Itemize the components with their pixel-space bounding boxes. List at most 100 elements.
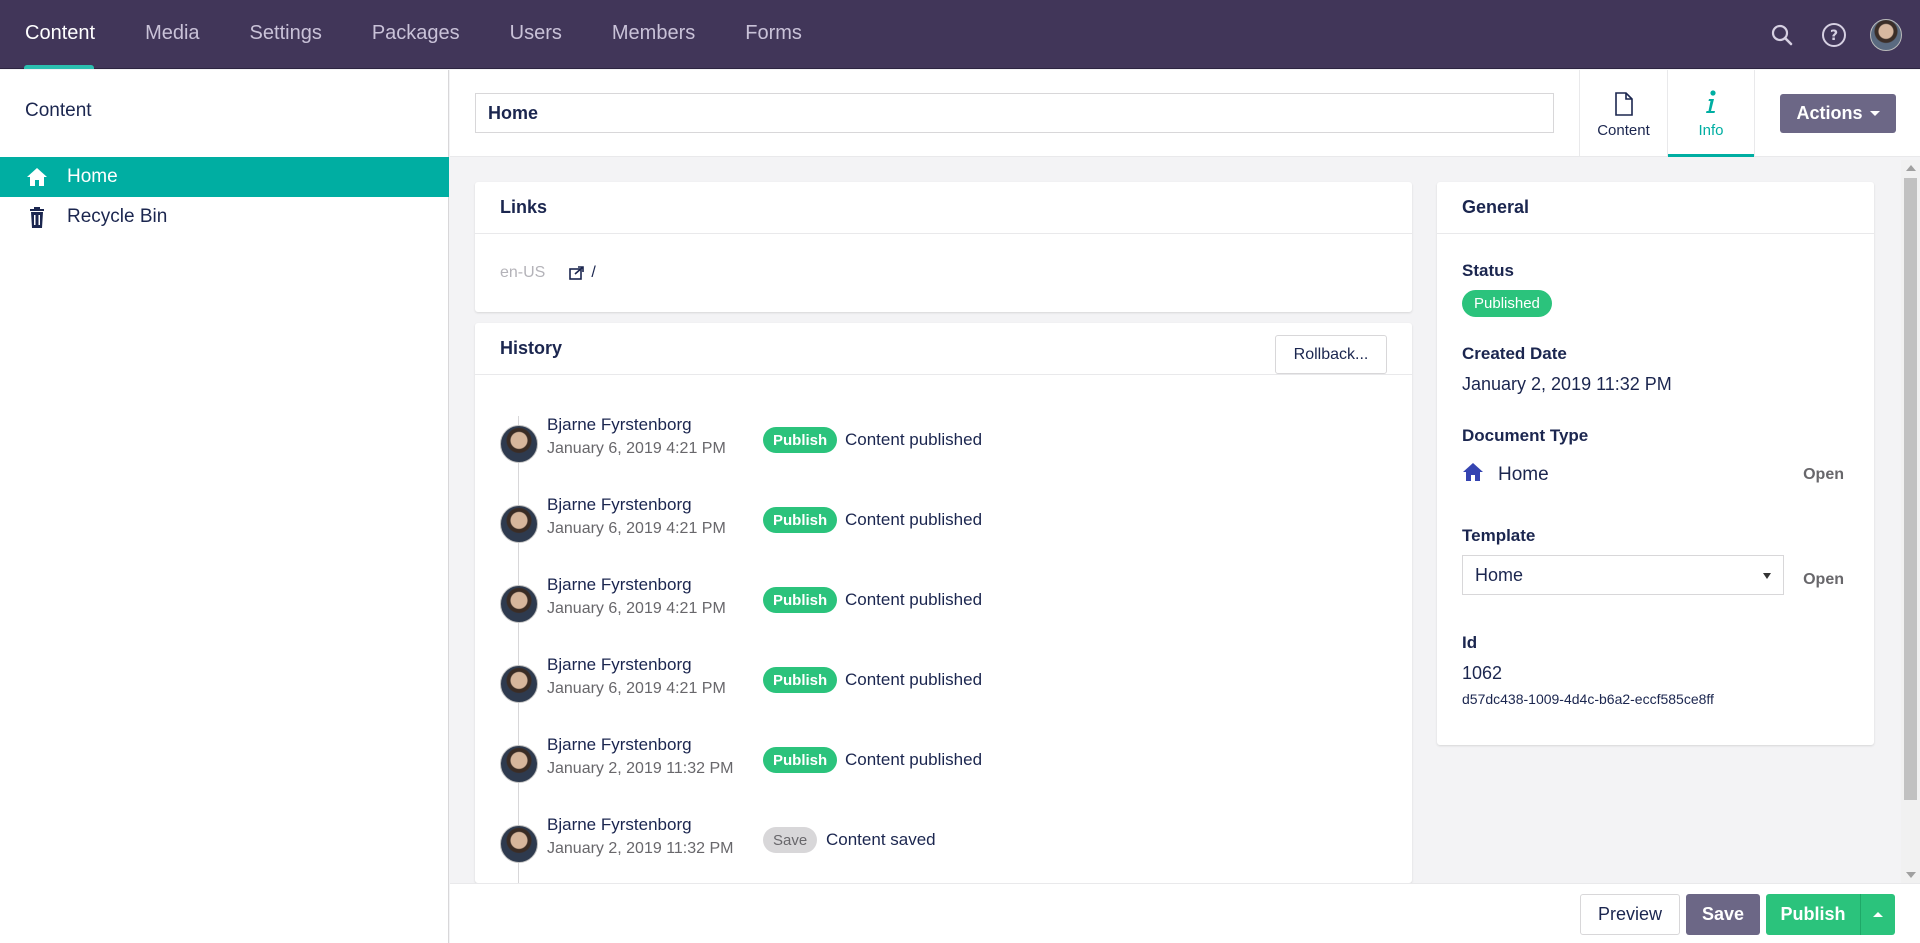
user-avatar [500,745,538,783]
editor-footer: Preview Save Publish [450,883,1920,943]
history-message: Content published [845,430,983,449]
tab-content[interactable]: Content [1579,70,1667,157]
publish-badge: Publish [763,747,838,773]
link-url-text: / [591,264,596,281]
history-entry: Bjarne Fyrstenborg January 6, 2019 4:21 … [500,655,1380,715]
history-user: Bjarne Fyrstenborg [547,575,692,594]
user-avatar [500,825,538,863]
document-icon [1614,88,1633,116]
history-user: Bjarne Fyrstenborg [547,495,692,514]
section-packages[interactable]: Packages [347,0,485,69]
tree-item-home[interactable]: Home [0,157,449,197]
general-title: General [1437,182,1874,234]
home-icon [1462,462,1484,487]
history-header: History Rollback... [475,323,1412,375]
history-date: January 2, 2019 11:32 PM [547,840,734,857]
template-label: Template [1462,526,1536,545]
section-members[interactable]: Members [587,0,720,69]
actions-label: Actions [1796,103,1863,123]
history-user: Bjarne Fyrstenborg [547,735,692,754]
id-label: Id [1462,633,1478,652]
user-avatar [500,585,538,623]
scroll-down-icon[interactable] [1906,872,1916,878]
link-row: en-US / [500,264,596,282]
tree-item-label: Home [67,166,118,187]
caret-down-icon [1869,111,1880,116]
open-template-link[interactable]: Open [1803,571,1844,589]
history-panel: History Rollback... Bjarne Fyrstenborg J… [475,323,1412,883]
user-avatar [500,665,538,703]
publish-options-button[interactable] [1860,894,1895,935]
history-title: History [500,338,563,358]
rollback-button[interactable]: Rollback... [1275,335,1387,374]
publish-badge: Publish [763,587,838,613]
history-message: Content saved [826,830,936,849]
tree-item-recycle-bin[interactable]: Recycle Bin [0,197,449,237]
section-settings[interactable]: Settings [225,0,347,69]
tree-title: Content [25,100,92,121]
save-badge: Save [763,827,818,853]
template-select[interactable]: Home [1462,555,1784,595]
top-navigation: Content Media Settings Packages Users Me… [0,0,1920,69]
history-entry: Bjarne Fyrstenborg January 6, 2019 4:21 … [500,415,1380,475]
document-type: Home [1462,462,1549,487]
scrollbar[interactable] [1901,160,1920,883]
header-tools: ? [1756,0,1920,69]
timeline-line [518,416,519,883]
history-user: Bjarne Fyrstenborg [547,655,692,674]
open-document-type-link[interactable]: Open [1803,466,1844,484]
help-icon[interactable]: ? [1808,0,1860,69]
history-message: Content published [845,670,983,689]
document-type-value: Home [1498,463,1549,485]
links-title: Links [475,182,1412,234]
general-panel: General Status Published Created Date Ja… [1437,182,1874,745]
content-tree: Content Home Recycle Bin [0,70,449,943]
publish-badge: Publish [763,667,838,693]
dropdown-arrow-icon [1763,573,1771,579]
user-avatar[interactable] [1860,0,1912,69]
status-label: Status [1462,261,1514,280]
section-content[interactable]: Content [0,0,120,69]
external-link-icon [569,266,585,280]
preview-button[interactable]: Preview [1580,894,1680,935]
history-entry: Bjarne Fyrstenborg January 2, 2019 11:32… [500,815,1380,875]
publish-button[interactable]: Publish [1766,894,1860,935]
history-user: Bjarne Fyrstenborg [547,415,692,434]
culture-label: en-US [500,264,546,281]
link-url[interactable]: / [569,264,596,282]
scrollbar-thumb[interactable] [1904,178,1917,800]
actions-button[interactable]: Actions [1780,94,1896,133]
caret-up-icon [1873,912,1883,917]
user-avatar [500,425,538,463]
section-tabs: Content Media Settings Packages Users Me… [0,0,827,69]
template-value: Home [1475,564,1524,585]
history-date: January 6, 2019 4:21 PM [547,680,726,697]
id-value: 1062 [1462,663,1503,683]
trash-icon [25,206,49,228]
history-date: January 6, 2019 4:21 PM [547,520,726,537]
history-date: January 6, 2019 4:21 PM [547,440,726,457]
tab-label: Info [1698,122,1724,139]
history-date: January 6, 2019 4:21 PM [547,600,726,617]
history-entry: Bjarne Fyrstenborg January 2, 2019 11:32… [500,735,1380,795]
guid-value: d57dc438-1009-4d4c-b6a2-eccf585ce8ff [1462,691,1714,707]
content-name-input[interactable] [475,93,1554,133]
save-button[interactable]: Save [1686,894,1760,935]
history-user: Bjarne Fyrstenborg [547,815,692,834]
history-message: Content published [845,750,983,769]
home-icon [25,167,49,187]
status-badge: Published [1462,290,1552,317]
section-users[interactable]: Users [485,0,587,69]
document-type-label: Document Type [1462,426,1589,445]
history-message: Content published [845,590,983,609]
info-icon [1704,88,1718,116]
scroll-up-icon[interactable] [1906,165,1916,171]
tree-item-label: Recycle Bin [67,206,168,227]
history-message: Content published [845,510,983,529]
created-date-label: Created Date [1462,344,1567,363]
svg-text:?: ? [1830,28,1838,44]
search-icon[interactable] [1756,0,1808,69]
section-media[interactable]: Media [120,0,224,69]
tab-info[interactable]: Info [1667,70,1755,157]
section-forms[interactable]: Forms [720,0,827,69]
